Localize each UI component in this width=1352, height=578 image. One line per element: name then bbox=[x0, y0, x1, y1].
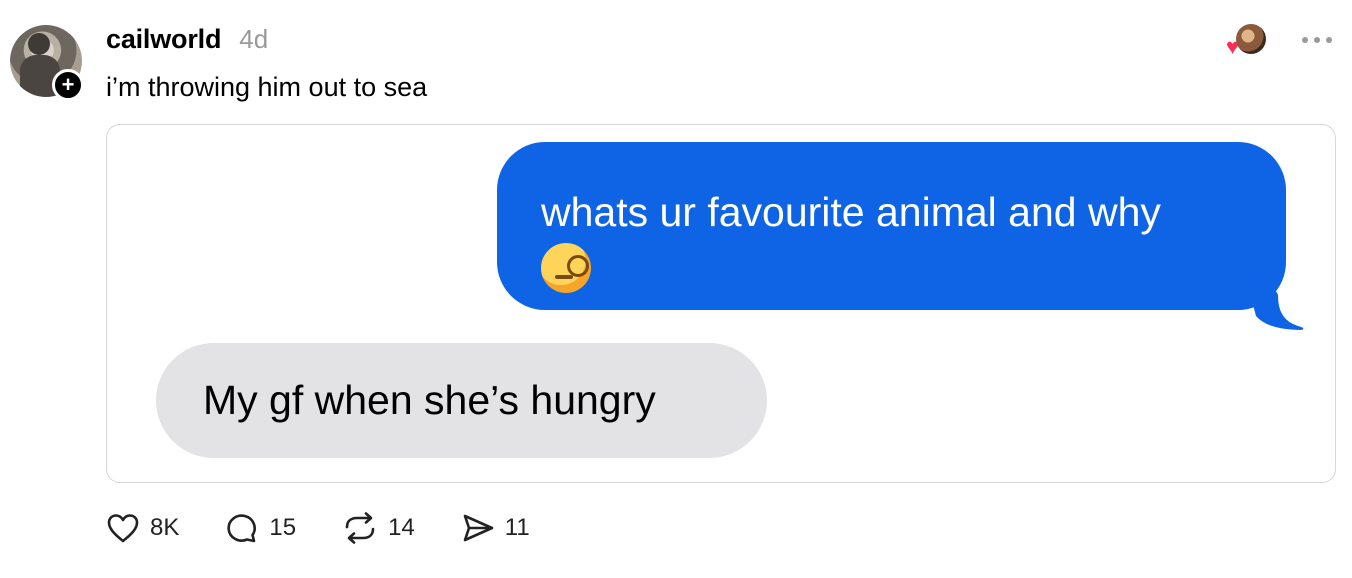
username[interactable]: cailworld bbox=[106, 24, 221, 55]
reply-count: 15 bbox=[269, 514, 297, 541]
reactor-avatar bbox=[1236, 24, 1266, 54]
send-icon bbox=[463, 514, 494, 542]
author-avatar[interactable]: + bbox=[10, 25, 84, 101]
threads-post: + cailworld 4d i’m throwing him out to s… bbox=[0, 0, 1352, 578]
post-timestamp[interactable]: 4d bbox=[239, 24, 268, 55]
share-count: 11 bbox=[504, 514, 530, 541]
bubble-tail bbox=[1248, 286, 1304, 330]
post-action-bar: 8K 15 14 11 bbox=[106, 512, 530, 544]
more-options-icon[interactable] bbox=[1302, 22, 1332, 58]
heart-outline-icon bbox=[107, 514, 139, 543]
face-with-monocle-icon bbox=[541, 243, 591, 294]
share-button[interactable]: 11 bbox=[461, 512, 530, 544]
sent-message-text: whats ur favourite animal and why bbox=[541, 189, 1161, 235]
comment-icon bbox=[227, 514, 257, 543]
repost-count: 14 bbox=[388, 514, 415, 541]
like-button[interactable]: 8K bbox=[106, 512, 179, 544]
liked-by-avatar[interactable]: ♥ bbox=[1226, 22, 1266, 58]
post-media-image[interactable]: whats ur favourite animal and why My gf … bbox=[106, 124, 1336, 483]
like-count: 8K bbox=[150, 514, 180, 541]
post-top-actions: ♥ bbox=[1226, 22, 1332, 58]
post-header: cailworld 4d bbox=[106, 24, 268, 55]
reply-button[interactable]: 15 bbox=[225, 512, 296, 544]
received-message-bubble: My gf when she’s hungry bbox=[156, 343, 767, 458]
follow-plus-icon[interactable]: + bbox=[52, 69, 84, 101]
received-message-text: My gf when she’s hungry bbox=[203, 377, 656, 423]
repost-button[interactable]: 14 bbox=[342, 512, 415, 544]
post-caption: i’m throwing him out to sea bbox=[106, 72, 428, 102]
repost-icon bbox=[345, 512, 375, 544]
sent-message-bubble: whats ur favourite animal and why bbox=[497, 142, 1304, 330]
